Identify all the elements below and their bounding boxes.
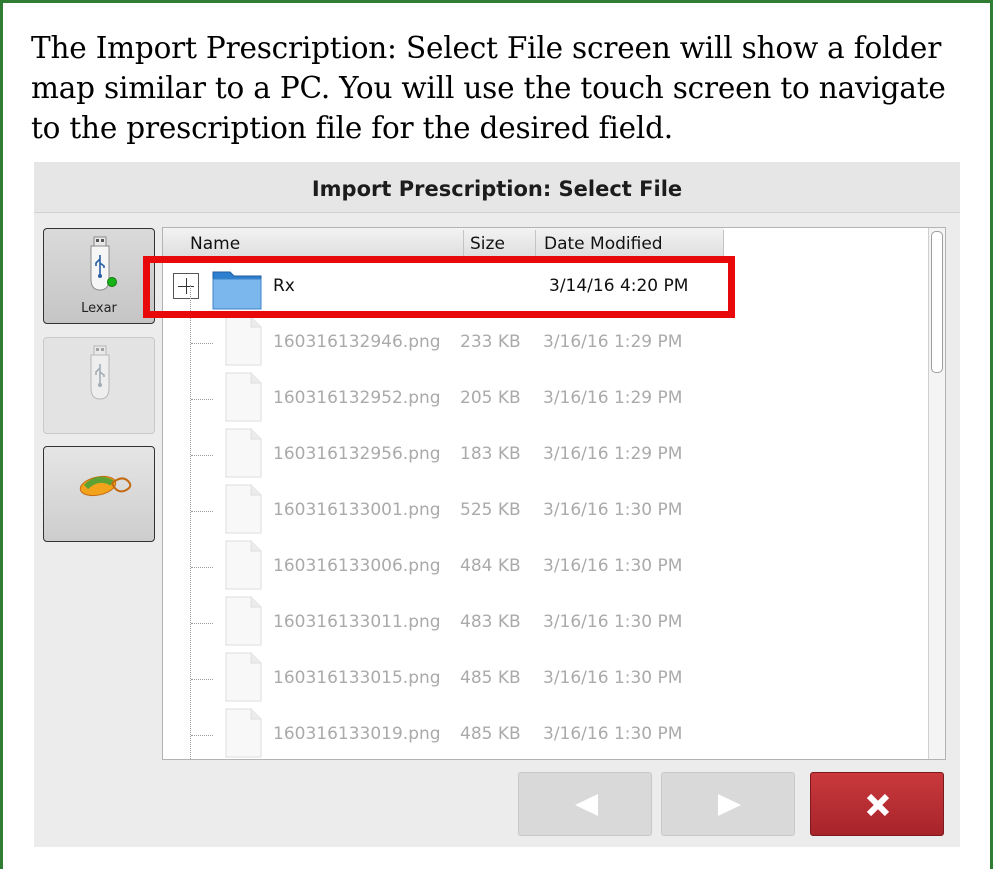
file-icon	[225, 316, 262, 366]
file-date: 3/16/16 1:30 PM	[543, 724, 683, 744]
file-date: 3/16/16 1:30 PM	[543, 500, 683, 520]
file-name: 160316133019.png	[273, 724, 441, 744]
column-date-header[interactable]: Date Modified	[544, 234, 663, 254]
list-item[interactable]: 160316132952.png 205 KB 3/16/16 1:29 PM	[163, 372, 927, 429]
file-name: 160316132952.png	[273, 388, 441, 408]
close-x-icon	[866, 793, 890, 817]
list-item[interactable]: 160316132946.png 233 KB 3/16/16 1:29 PM	[163, 316, 927, 373]
usb-drive-icon	[90, 236, 117, 291]
file-date: 3/16/16 1:29 PM	[543, 332, 683, 352]
scrollbar-thumb[interactable]	[931, 231, 943, 373]
file-icon	[225, 652, 262, 702]
display-app-icon	[79, 475, 132, 497]
list-item[interactable]: 160316133011.png 483 KB 3/16/16 1:30 PM	[163, 596, 927, 653]
file-icon	[225, 428, 262, 478]
file-size: 205 KB	[460, 388, 521, 408]
file-date: 3/16/16 1:30 PM	[543, 668, 683, 688]
next-button[interactable]	[661, 772, 795, 836]
file-name: 160316132956.png	[273, 444, 441, 464]
file-icon	[225, 596, 262, 646]
file-icon	[225, 540, 262, 590]
vertical-scrollbar[interactable]	[928, 228, 945, 759]
device-lexar-button[interactable]: Lexar	[43, 228, 155, 324]
file-date: 3/16/16 1:30 PM	[543, 556, 683, 576]
file-size: 485 KB	[460, 724, 521, 744]
file-size: 483 KB	[460, 612, 521, 632]
device-label: Lexar	[81, 301, 117, 316]
file-name: 160316132946.png	[273, 332, 441, 352]
file-name: 160316133011.png	[273, 612, 441, 632]
list-item[interactable]: 160316133001.png 525 KB 3/16/16 1:30 PM	[163, 484, 927, 541]
column-size-header[interactable]: Size	[470, 234, 505, 254]
cancel-button[interactable]	[810, 772, 944, 836]
device-display-button[interactable]	[43, 446, 155, 542]
file-icon	[225, 484, 262, 534]
file-size: 183 KB	[460, 444, 521, 464]
list-item[interactable]: 160316133006.png 484 KB 3/16/16 1:30 PM	[163, 540, 927, 597]
file-size: 484 KB	[460, 556, 521, 576]
screen-title: Import Prescription: Select File	[34, 162, 960, 213]
previous-arrow-icon	[575, 794, 598, 816]
previous-button[interactable]	[518, 772, 652, 836]
device-usb-2-button[interactable]	[43, 337, 155, 434]
column-name-header[interactable]: Name	[190, 234, 240, 254]
file-name: 160316133015.png	[273, 668, 441, 688]
next-arrow-icon	[718, 794, 741, 816]
caption-text: The Import Prescription: Select File scr…	[31, 31, 946, 145]
file-date: 3/16/16 1:29 PM	[543, 388, 683, 408]
file-name: 160316133006.png	[273, 556, 441, 576]
list-item[interactable]: 160316133019.png 485 KB 3/16/16 1:30 PM	[163, 708, 927, 759]
list-item[interactable]: 160316133015.png 485 KB 3/16/16 1:30 PM	[163, 652, 927, 709]
file-size: 233 KB	[460, 332, 521, 352]
file-date: 3/16/16 1:30 PM	[543, 612, 683, 632]
list-item[interactable]: 160316132956.png 183 KB 3/16/16 1:29 PM	[163, 428, 927, 485]
highlight-box	[143, 256, 735, 318]
file-icon	[225, 372, 262, 422]
usb-drive-icon	[90, 345, 110, 400]
file-date: 3/16/16 1:29 PM	[543, 444, 683, 464]
file-size: 485 KB	[460, 668, 521, 688]
file-icon	[225, 708, 262, 758]
file-size: 525 KB	[460, 500, 521, 520]
file-name: 160316133001.png	[273, 500, 441, 520]
